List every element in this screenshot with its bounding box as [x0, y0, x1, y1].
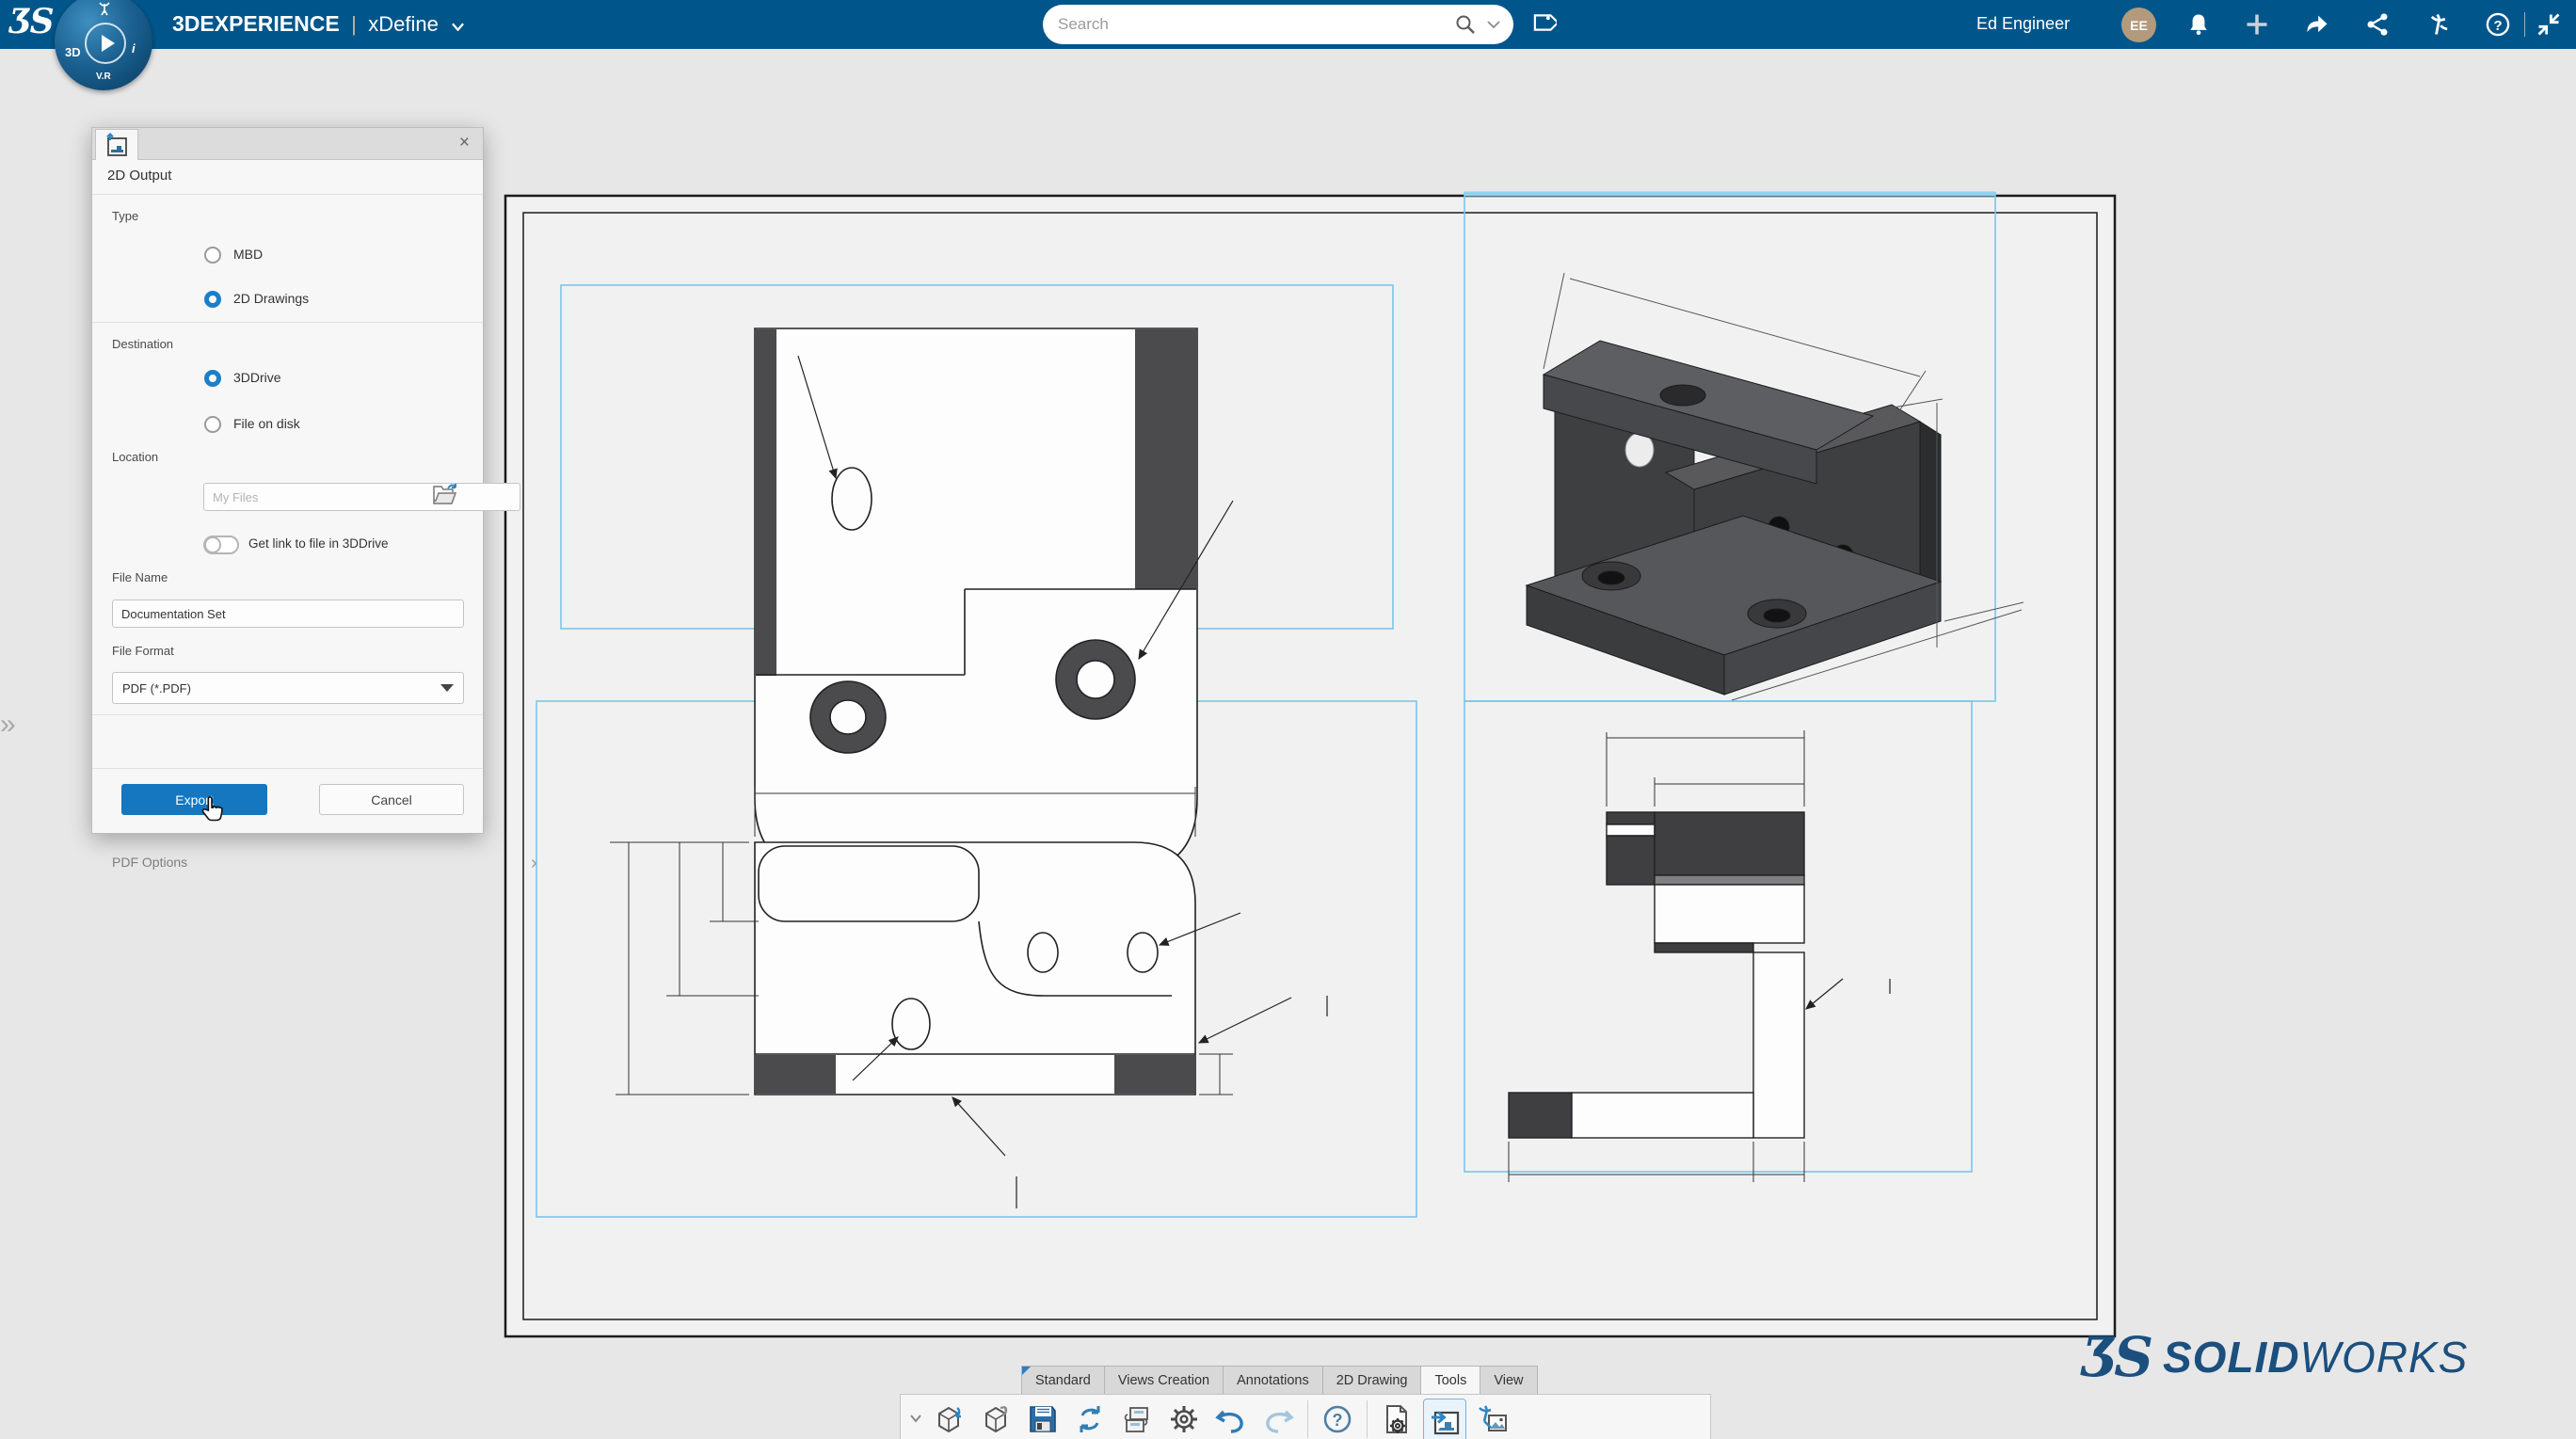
get-link-label[interactable]: Get link to file in 3DDrive — [248, 536, 389, 551]
save-icon[interactable] — [1022, 1399, 1064, 1439]
document-properties-icon[interactable] — [1376, 1399, 1417, 1439]
tag-icon[interactable] — [1530, 9, 1557, 36]
close-icon[interactable]: × — [459, 133, 470, 153]
avatar[interactable]: EE — [2121, 8, 2156, 42]
hand-cursor-icon — [198, 796, 226, 828]
radio-mbd-label[interactable]: MBD — [233, 247, 263, 262]
add-plus-icon[interactable] — [2244, 11, 2270, 38]
top-view[interactable] — [755, 328, 1233, 873]
2d-output-tool-icon[interactable] — [1423, 1399, 1466, 1439]
toolbar-collapse-chevron-icon[interactable] — [906, 1399, 925, 1439]
location-label: Location — [112, 450, 158, 464]
tab-standard[interactable]: Standard — [1021, 1366, 1104, 1395]
tab-annotations[interactable]: Annotations — [1223, 1366, 1322, 1395]
file-format-value: PDF (*.PDF) — [122, 681, 191, 696]
compass-vr-label: V.R — [96, 72, 111, 82]
search-options-chevron-icon[interactable] — [1487, 20, 1500, 29]
export-3d-icon[interactable] — [975, 1399, 1016, 1439]
compass-i-label: i — [132, 41, 136, 56]
compass-3d-label: 3D — [65, 45, 81, 59]
share-network-icon[interactable] — [2364, 11, 2391, 38]
toolbar-divider — [1367, 1400, 1368, 1438]
compass-play-icon — [85, 23, 126, 64]
undo-icon[interactable] — [1210, 1399, 1252, 1439]
file-format-label: File Format — [112, 644, 174, 658]
tab-flag — [1022, 1367, 1031, 1375]
redo-icon[interactable] — [1257, 1399, 1299, 1439]
radio-3ddrive-label[interactable]: 3DDrive — [233, 370, 281, 385]
top-app-bar: ƷS 3DEXPERIENCE | xDefine Ed Engineer EE — [0, 0, 2576, 49]
svg-text:?: ? — [1333, 1411, 1343, 1430]
dassault-3ds-logo: ƷS — [9, 2, 53, 41]
file-name-input[interactable] — [112, 600, 464, 628]
radio-2d-drawings[interactable] — [204, 291, 221, 308]
pdf-options-row[interactable]: PDF Options — [112, 855, 463, 870]
app-switcher-chevron-icon[interactable] — [452, 23, 464, 31]
collapse-fullscreen-icon[interactable] — [2536, 11, 2562, 38]
dialog-tab-strip — [92, 128, 483, 160]
app-title: 3DEXPERIENCE | xDefine — [172, 11, 464, 37]
dialog-title: 2D Output — [107, 168, 171, 184]
help-icon[interactable]: ? — [2485, 11, 2511, 38]
help-circle-icon[interactable]: ? — [1317, 1399, 1358, 1439]
ribbon-toolbar: ? — [900, 1394, 1711, 1439]
user-name[interactable]: Ed Engineer — [1976, 14, 2070, 34]
settings-gear-icon[interactable] — [1163, 1399, 1205, 1439]
sheet-outer-border — [505, 196, 2115, 1336]
radio-mbd[interactable] — [204, 247, 221, 264]
search-input[interactable] — [1056, 14, 1455, 35]
toolbar-divider — [1307, 1400, 1308, 1438]
svg-text:?: ? — [2493, 18, 2502, 34]
radio-file-on-disk[interactable] — [204, 416, 221, 433]
3ds-community-person-icon[interactable] — [2426, 11, 2453, 38]
topbar-divider — [2524, 12, 2525, 37]
tab-views-creation[interactable]: Views Creation — [1104, 1366, 1223, 1395]
compass-people-icon — [96, 0, 113, 17]
app-name: xDefine — [368, 12, 439, 36]
publish-image-icon[interactable] — [1472, 1399, 1513, 1439]
notifications-bell-icon[interactable] — [2185, 11, 2212, 38]
file-name-label: File Name — [112, 570, 168, 584]
import-3d-icon[interactable] — [928, 1399, 969, 1439]
solidworks-logo: ƷS SOLID WORKS — [2082, 1325, 2468, 1389]
share-forward-icon[interactable] — [2304, 11, 2330, 38]
pdf-options-chevron-icon[interactable]: › — [531, 853, 537, 874]
copy-sheet-icon[interactable] — [1116, 1399, 1158, 1439]
tab-tools[interactable]: Tools — [1420, 1366, 1480, 1395]
search-icon[interactable] — [1455, 14, 1476, 35]
panel-expander-chevron-icon[interactable]: » — [0, 708, 32, 745]
destination-label: Destination — [112, 337, 173, 351]
2d-output-dialog: × 2D Output Type MBD 2D Drawings Destina… — [91, 127, 484, 834]
type-label: Type — [112, 209, 138, 223]
radio-3ddrive[interactable] — [204, 370, 221, 387]
radio-2d-drawings-label[interactable]: 2D Drawings — [233, 291, 309, 306]
browse-folder-icon[interactable] — [431, 481, 459, 509]
location-input[interactable] — [203, 483, 520, 511]
select-dropdown-icon — [440, 684, 454, 692]
get-link-toggle[interactable] — [203, 536, 239, 554]
tab-view[interactable]: View — [1480, 1366, 1537, 1395]
brand-name: 3DEXPERIENCE — [172, 11, 340, 36]
dialog-tab-2d-output[interactable] — [95, 129, 138, 160]
search-bar[interactable] — [1043, 5, 1513, 44]
2d-output-icon — [104, 133, 129, 157]
export-button[interactable]: Export — [121, 784, 267, 815]
radio-file-on-disk-label[interactable]: File on disk — [233, 416, 300, 431]
ribbon-tabs: Standard Views Creation Annotations 2D D… — [1021, 1366, 1538, 1395]
sync-icon[interactable] — [1069, 1399, 1111, 1439]
file-format-select[interactable]: PDF (*.PDF) — [112, 672, 464, 704]
app-window: ƷS 3DEXPERIENCE | xDefine Ed Engineer EE — [0, 0, 2576, 1439]
cancel-button[interactable]: Cancel — [319, 784, 464, 815]
tab-2d-drawing[interactable]: 2D Drawing — [1322, 1366, 1421, 1395]
